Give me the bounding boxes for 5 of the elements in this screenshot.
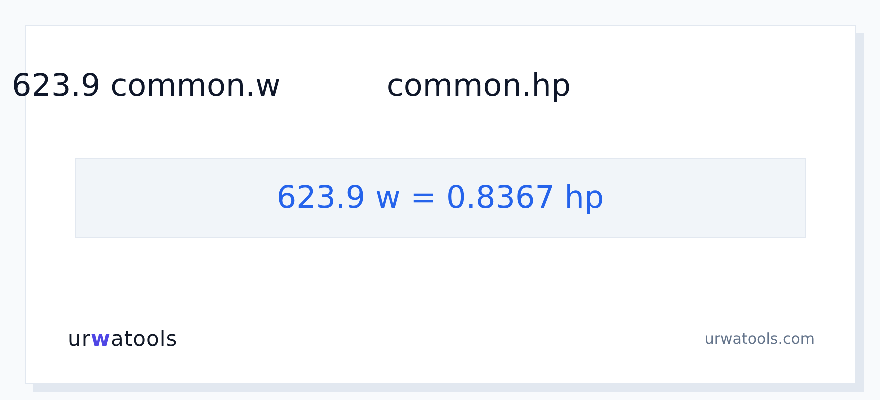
conversion-result: 623.9 w = 0.8367 hp xyxy=(276,178,604,218)
logo: urwatools xyxy=(68,326,178,352)
from-unit-heading: 623.9 common.w xyxy=(12,71,281,102)
site-url: urwatools.com xyxy=(704,329,815,350)
to-unit-heading: common.hp xyxy=(386,71,572,102)
